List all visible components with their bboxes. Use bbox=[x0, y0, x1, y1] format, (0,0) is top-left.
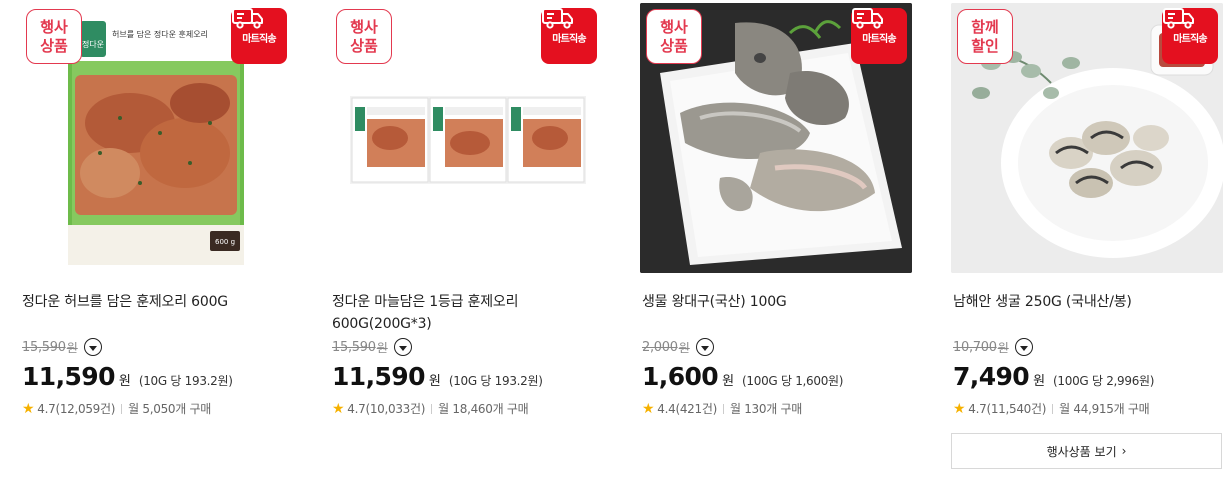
delivery-truck-icon bbox=[232, 8, 263, 29]
sale-price-unit: 원 bbox=[428, 374, 441, 389]
mart-delivery-badge: 마트직송 bbox=[231, 8, 287, 64]
together-discount-badge: 함께 할인 bbox=[957, 9, 1013, 64]
divider bbox=[722, 403, 724, 414]
product-image[interactable]: 행사 상품 마트직송 bbox=[640, 3, 912, 273]
chevron-down-icon bbox=[88, 345, 97, 351]
sale-price: 11,590 bbox=[22, 362, 115, 391]
original-price-row: 10,700 원 bbox=[953, 337, 1033, 357]
sale-price-row: 11,590 원 (10G 당 193.2원) bbox=[22, 362, 233, 392]
view-event-products-button[interactable]: 행사상품 보기 › bbox=[951, 433, 1222, 469]
chevron-down-icon bbox=[1019, 345, 1028, 351]
svg-text:허브를 담은 정다운 훈제오리: 허브를 담은 정다운 훈제오리 bbox=[112, 29, 208, 39]
mart-delivery-badge: 마트직송 bbox=[1162, 8, 1218, 64]
product-card[interactable]: 정다운 허브를 담은 정다운 훈제오리 600 g 행사 상품 마트직송 정다운… bbox=[20, 0, 292, 487]
star-icon: ★ bbox=[642, 400, 655, 417]
original-price-row: 2,000 원 bbox=[642, 337, 714, 357]
sale-price-unit: 원 bbox=[1033, 374, 1046, 389]
rating-row: ★ 4.7(12,059건) 월 5,050개 구매 bbox=[22, 400, 211, 417]
delivery-truck-icon bbox=[1163, 8, 1194, 29]
mart-delivery-badge: 마트직송 bbox=[851, 8, 907, 64]
original-price-row: 15,590 원 bbox=[332, 337, 412, 357]
unit-price: (10G 당 193.2원) bbox=[138, 374, 233, 388]
rating-text: 4.4(421건) bbox=[657, 402, 717, 416]
product-image[interactable]: 행사 상품 마트직송 bbox=[330, 3, 602, 273]
divider bbox=[431, 403, 433, 414]
sale-price: 11,590 bbox=[332, 362, 425, 391]
star-icon: ★ bbox=[332, 400, 345, 417]
rating-row: ★ 4.7(10,033건) 월 18,460개 구매 bbox=[332, 400, 529, 417]
original-price: 15,590 bbox=[332, 339, 376, 355]
chevron-down-icon bbox=[700, 345, 709, 351]
original-price: 15,590 bbox=[22, 339, 66, 355]
event-product-badge: 행사 상품 bbox=[646, 9, 702, 64]
star-icon: ★ bbox=[953, 400, 966, 417]
product-card[interactable]: 행사 상품 마트직송 생물 왕대구(국산) 100G 2,000 원 1,600… bbox=[640, 0, 912, 487]
price-info-button[interactable] bbox=[695, 338, 714, 356]
mart-delivery-badge: 마트직송 bbox=[541, 8, 597, 64]
sale-price-unit: 원 bbox=[118, 374, 131, 389]
event-product-badge: 행사 상품 bbox=[336, 9, 392, 64]
star-icon: ★ bbox=[22, 400, 35, 417]
product-image[interactable]: 정다운 허브를 담은 정다운 훈제오리 600 g 행사 상품 마트직송 bbox=[20, 3, 292, 273]
product-title[interactable]: 정다운 허브를 담은 훈제오리 600G bbox=[22, 291, 288, 313]
product-card[interactable]: 함께 할인 마트직송 남해안 생굴 250G (국내산/봉) 10,700 원 … bbox=[951, 0, 1223, 487]
product-title[interactable]: 정다운 마늘담은 1등급 훈제오리 600G(200G*3) bbox=[332, 291, 598, 335]
monthly-purchases: 월 18,460개 구매 bbox=[438, 402, 529, 416]
original-price-row: 15,590 원 bbox=[22, 337, 102, 357]
unit-price: (100G 당 2,996원) bbox=[1053, 374, 1155, 388]
sale-price-row: 11,590 원 (10G 당 193.2원) bbox=[332, 362, 543, 392]
original-price-unit: 원 bbox=[997, 340, 1009, 355]
sale-price-unit: 원 bbox=[722, 374, 735, 389]
unit-price: (100G 당 1,600원) bbox=[742, 374, 844, 388]
rating-text: 4.7(11,540건) bbox=[968, 402, 1047, 416]
sale-price-row: 1,600 원 (100G 당 1,600원) bbox=[642, 362, 843, 392]
sale-price: 7,490 bbox=[953, 362, 1030, 391]
product-title[interactable]: 생물 왕대구(국산) 100G bbox=[642, 291, 908, 313]
original-price-unit: 원 bbox=[376, 340, 388, 355]
sale-price-row: 7,490 원 (100G 당 2,996원) bbox=[953, 362, 1154, 392]
svg-text:600 g: 600 g bbox=[215, 238, 235, 246]
rating-row: ★ 4.4(421건) 월 130개 구매 bbox=[642, 400, 802, 417]
divider bbox=[1052, 403, 1054, 414]
price-info-button[interactable] bbox=[393, 338, 412, 356]
original-price-unit: 원 bbox=[678, 340, 690, 355]
monthly-purchases: 월 130개 구매 bbox=[729, 402, 802, 416]
product-card[interactable]: 행사 상품 마트직송 정다운 마늘담은 1등급 훈제오리 600G(200G*3… bbox=[330, 0, 602, 487]
product-title[interactable]: 남해안 생굴 250G (국내산/봉) bbox=[953, 291, 1219, 313]
delivery-truck-icon bbox=[852, 8, 883, 29]
more-button-label: 행사상품 보기 bbox=[1046, 444, 1117, 459]
rating-text: 4.7(10,033건) bbox=[347, 402, 426, 416]
svg-text:정다운: 정다운 bbox=[82, 39, 104, 49]
price-info-button[interactable] bbox=[1014, 338, 1033, 356]
original-price: 2,000 bbox=[642, 339, 678, 355]
rating-text: 4.7(12,059건) bbox=[37, 402, 116, 416]
monthly-purchases: 월 44,915개 구매 bbox=[1059, 402, 1150, 416]
chevron-down-icon bbox=[398, 345, 407, 351]
divider bbox=[121, 403, 123, 414]
chevron-right-icon: › bbox=[1121, 444, 1127, 458]
rating-row: ★ 4.7(11,540건) 월 44,915개 구매 bbox=[953, 400, 1150, 417]
sale-price: 1,600 bbox=[642, 362, 719, 391]
original-price: 10,700 bbox=[953, 339, 997, 355]
price-info-button[interactable] bbox=[83, 338, 102, 356]
product-image[interactable]: 함께 할인 마트직송 bbox=[951, 3, 1223, 273]
event-product-badge: 행사 상품 bbox=[26, 9, 82, 64]
delivery-truck-icon bbox=[542, 8, 573, 29]
original-price-unit: 원 bbox=[66, 340, 78, 355]
unit-price: (10G 당 193.2원) bbox=[448, 374, 543, 388]
monthly-purchases: 월 5,050개 구매 bbox=[128, 402, 211, 416]
